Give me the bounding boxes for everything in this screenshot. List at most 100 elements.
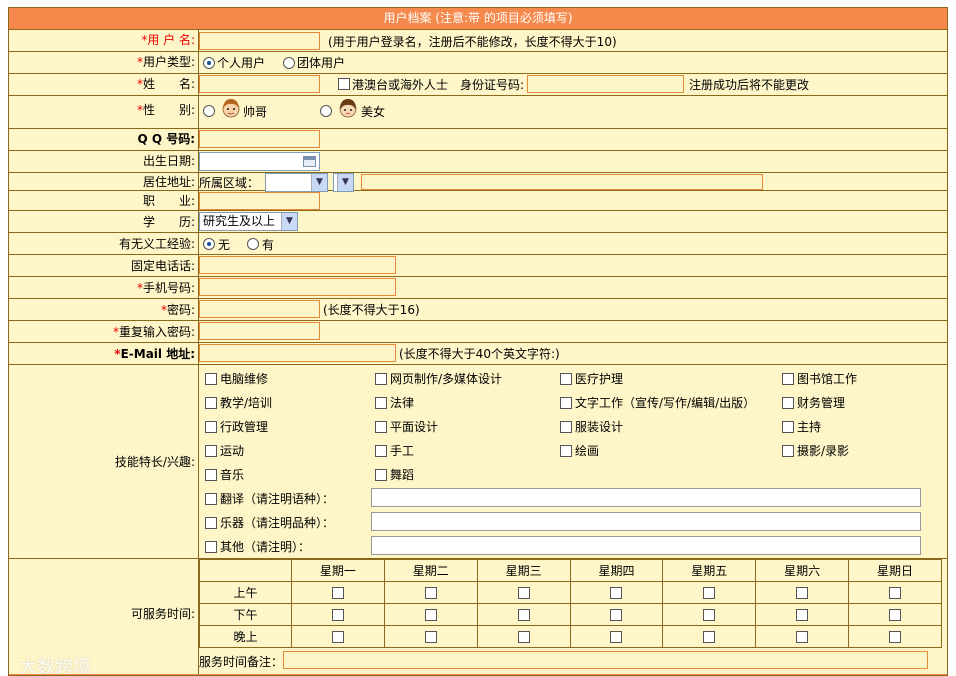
skill-checkbox[interactable] — [205, 445, 217, 457]
email-input[interactable] — [199, 344, 396, 362]
skill-label: 绘画 — [575, 444, 600, 458]
skill-label: 运动 — [220, 444, 245, 458]
skill-other-checkbox[interactable] — [205, 493, 217, 505]
schedule-checkbox[interactable] — [889, 631, 902, 643]
password-input[interactable] — [199, 300, 320, 318]
schedule-checkbox[interactable] — [796, 631, 809, 643]
skill-checkbox[interactable] — [782, 373, 794, 385]
volunteer-yes-radio[interactable] — [247, 238, 259, 250]
skill-label: 文字工作（宣传/写作/编辑/出版） — [575, 396, 756, 410]
skill-checkbox[interactable] — [782, 397, 794, 409]
qq-label: Q Q 号码: — [137, 132, 195, 146]
gender-female-label: 美女 — [361, 105, 386, 119]
gender-female-radio[interactable] — [320, 105, 332, 117]
schedule-checkbox[interactable] — [610, 631, 623, 643]
schedule-checkbox[interactable] — [517, 609, 530, 621]
schedule-checkbox[interactable] — [889, 587, 902, 599]
usertype-personal-radio[interactable] — [203, 57, 215, 69]
region-city-select[interactable]: ▼ — [333, 173, 354, 192]
day-header: 星期三 — [476, 559, 571, 582]
skill-label: 网页制作/多媒体设计 — [390, 372, 503, 386]
id-number-input[interactable] — [527, 75, 684, 93]
password2-label: *重复输入密码: — [112, 325, 195, 339]
skill-label: 平面设计 — [390, 420, 439, 434]
schedule-checkbox[interactable] — [703, 609, 716, 621]
schedule-row-morning: 上午 — [199, 581, 942, 604]
schedule-checkbox[interactable] — [424, 587, 437, 599]
chevron-down-icon: ▼ — [281, 213, 297, 230]
schedule-checkbox[interactable] — [610, 587, 623, 599]
birth-label: 出生日期: — [142, 154, 195, 168]
schedule-checkbox[interactable] — [331, 587, 344, 599]
region-province-select[interactable]: ▼ — [265, 173, 328, 192]
schedule-checkbox[interactable] — [331, 609, 344, 621]
usertype-group-radio[interactable] — [283, 57, 295, 69]
day-header: 星期四 — [569, 559, 664, 582]
skill-checkbox[interactable] — [205, 397, 217, 409]
id-number-hint: 注册成功后将不能更改 — [689, 78, 810, 92]
mobile-input[interactable] — [199, 278, 396, 296]
skill-checkbox[interactable] — [782, 445, 794, 457]
phone-input[interactable] — [199, 256, 396, 274]
skill-label: 音乐 — [220, 468, 245, 482]
skill-other-checkbox[interactable] — [205, 541, 217, 553]
skill-checkbox[interactable] — [375, 469, 387, 481]
day-header: 星期五 — [662, 559, 757, 582]
skill-label: 图书馆工作 — [797, 372, 858, 386]
schedule-note-input[interactable] — [283, 651, 928, 669]
schedule-checkbox[interactable] — [889, 609, 902, 621]
skill-checkbox[interactable] — [205, 373, 217, 385]
skill-checkbox[interactable] — [375, 421, 387, 433]
job-input[interactable] — [199, 192, 320, 210]
schedule-checkbox[interactable] — [703, 631, 716, 643]
address-detail-input[interactable] — [361, 174, 763, 190]
gender-male-radio[interactable] — [203, 105, 215, 117]
schedule-checkbox[interactable] — [796, 587, 809, 599]
skill-checkbox[interactable] — [782, 421, 794, 433]
name-input[interactable] — [199, 75, 320, 93]
skill-checkbox[interactable] — [375, 397, 387, 409]
schedule-checkbox[interactable] — [424, 631, 437, 643]
skill-other-input[interactable] — [371, 512, 921, 531]
skill-checkbox[interactable] — [375, 445, 387, 457]
username-input[interactable] — [199, 32, 320, 50]
skill-other-input[interactable] — [371, 536, 921, 555]
schedule-row-afternoon: 下午 — [199, 603, 942, 626]
schedule-header-row: 星期一 星期二 星期三 星期四 星期五 星期六 星期日 — [199, 559, 942, 582]
schedule-checkbox[interactable] — [796, 609, 809, 621]
password-confirm-input[interactable] — [199, 322, 320, 340]
address-label: 居住地址: — [142, 175, 195, 189]
day-header: 星期六 — [755, 559, 850, 582]
skill-label: 财务管理 — [797, 396, 846, 410]
schedule-checkbox[interactable] — [517, 631, 530, 643]
schedule-checkbox[interactable] — [517, 587, 530, 599]
schedule-checkbox[interactable] — [424, 609, 437, 621]
skill-checkbox[interactable] — [560, 397, 572, 409]
skill-checkbox[interactable] — [560, 445, 572, 457]
skill-checkbox[interactable] — [205, 469, 217, 481]
mobile-label: *手机号码: — [136, 281, 195, 295]
hk-overseas-checkbox[interactable] — [338, 78, 350, 90]
calendar-icon[interactable] — [303, 156, 316, 167]
birth-date-input[interactable] — [199, 152, 320, 171]
skill-other-label: 其他（请注明）： — [220, 540, 311, 554]
education-select[interactable]: 研究生及以上 ▼ — [199, 212, 298, 231]
skill-checkbox[interactable] — [375, 373, 387, 385]
skill-other-input[interactable] — [371, 488, 921, 507]
skill-checkbox[interactable] — [560, 373, 572, 385]
day-header: 星期一 — [291, 559, 385, 582]
schedule-label: 可服务时间: — [130, 607, 195, 621]
skill-other-checkbox[interactable] — [205, 517, 217, 529]
volunteer-label: 有无义工经验: — [118, 237, 195, 251]
volunteer-no-radio[interactable] — [203, 238, 215, 250]
schedule-checkbox[interactable] — [703, 587, 716, 599]
day-header: 星期二 — [383, 559, 478, 582]
watermark: 大数跨境 — [19, 657, 91, 676]
skill-checkbox[interactable] — [560, 421, 572, 433]
boy-avatar-icon — [222, 99, 240, 118]
skill-checkbox[interactable] — [205, 421, 217, 433]
schedule-checkbox[interactable] — [331, 631, 344, 643]
qq-input[interactable] — [199, 130, 320, 148]
schedule-checkbox[interactable] — [610, 609, 623, 621]
slot-label: 晚上 — [199, 625, 292, 648]
